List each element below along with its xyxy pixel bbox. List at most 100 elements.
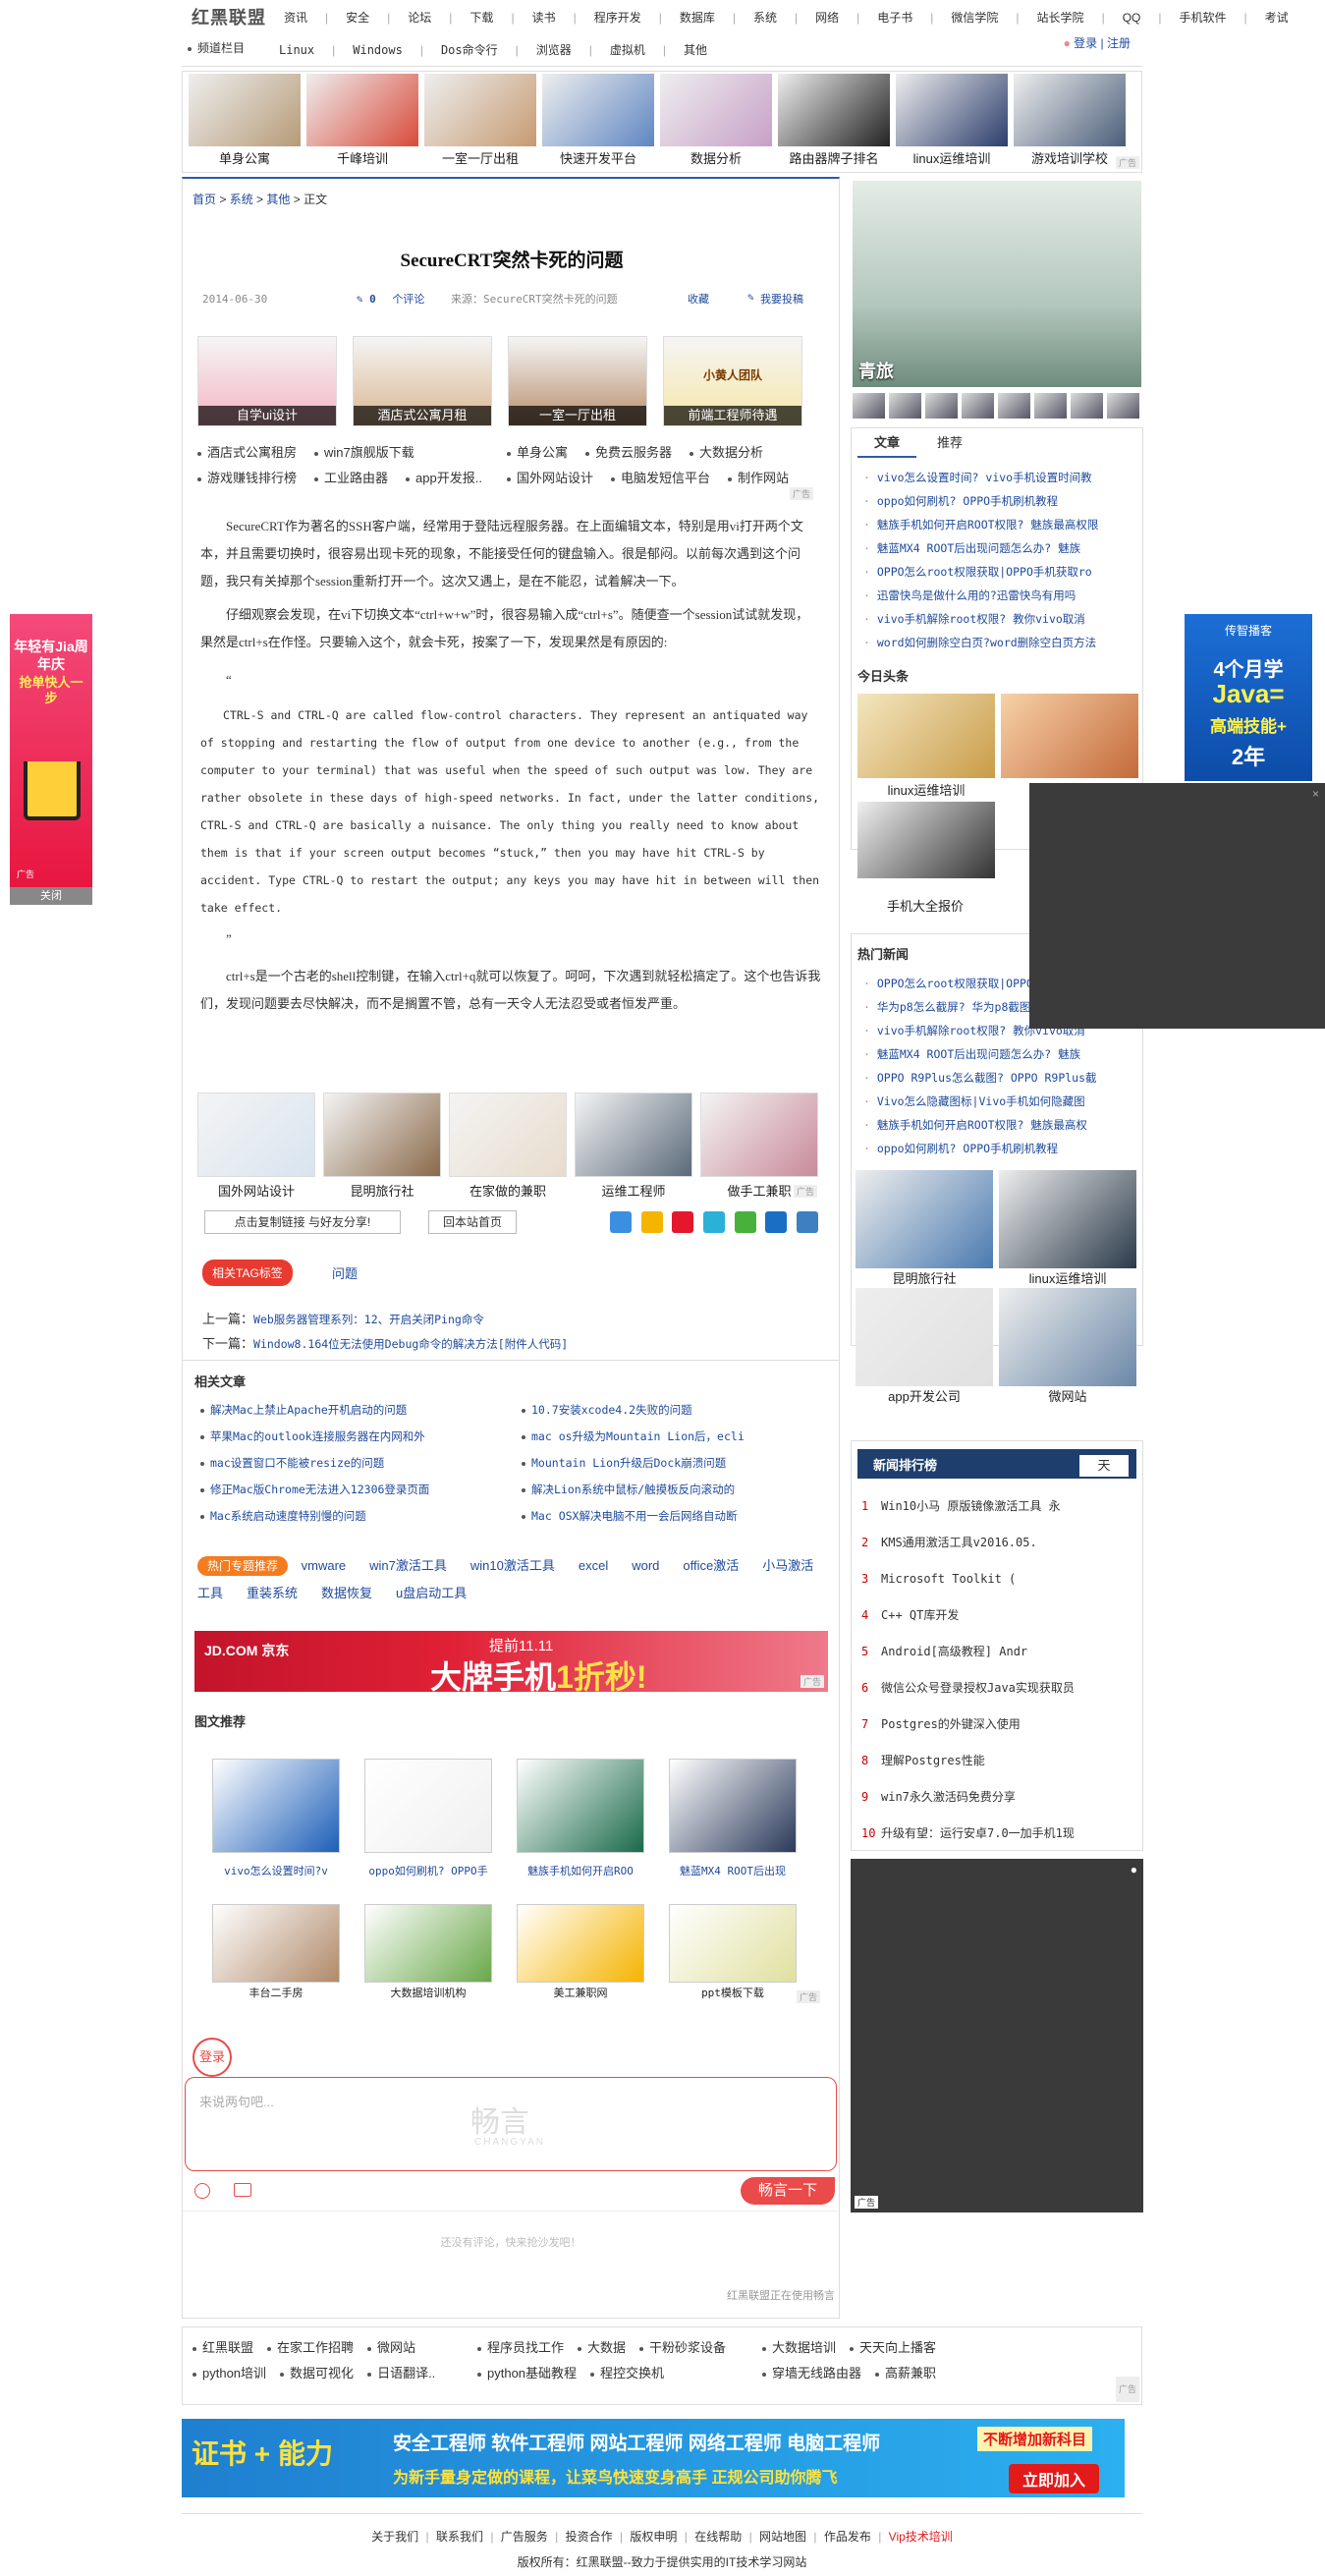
related-item[interactable]: 修正Mac版Chrome无法进入12306登录页面	[200, 1477, 505, 1503]
rank-link[interactable]: 微信公众号登录授权Java实现获取员	[881, 1681, 1075, 1695]
today-cap-3[interactable]: 手机大全报价	[856, 896, 994, 915]
photo-thumb[interactable]	[889, 393, 921, 419]
tab-article[interactable]: 文章	[857, 428, 916, 458]
footer-link[interactable]: 大数据培训	[772, 2340, 836, 2355]
right-float-ad[interactable]: 传智播客 4个月学 Java= 高端技能+ 2年	[1185, 614, 1312, 781]
footer-link[interactable]: python培训	[202, 2366, 266, 2380]
related-link[interactable]: 解决Lion系统中鼠标/触摸板反向滚动的	[531, 1483, 735, 1496]
nav-item[interactable]: 微信学院	[951, 11, 998, 25]
tuwen-caption[interactable]: ppt模板下载	[669, 1985, 797, 2000]
footer-link[interactable]: 穿墙无线路由器	[772, 2366, 861, 2380]
footer-link[interactable]: 红黑联盟	[202, 2340, 253, 2355]
hot-news-item[interactable]: · 魅蓝MX4 ROOT后出现问题怎么办? 魅族	[863, 1042, 1138, 1066]
sidebar-list-item[interactable]: · word如何删除空白页?word删除空白页方法	[863, 631, 1138, 654]
hot-topic-link[interactable]: vmware	[302, 1558, 347, 1573]
tuwen-image[interactable]	[517, 1904, 644, 1983]
sidebar-link[interactable]: 迅雷快鸟是做什么用的?迅雷快鸟有用吗	[877, 588, 1076, 602]
grid-ad-image[interactable]: 酒店式公寓月租	[353, 336, 492, 426]
hot-news-link[interactable]: OPPO R9Plus怎么截图? OPPO R9Plus截	[877, 1071, 1097, 1085]
footer-link[interactable]: python基础教程	[487, 2366, 577, 2380]
nav-item[interactable]: 读书	[532, 11, 556, 25]
ad-link[interactable]: 制作网站	[738, 471, 789, 485]
submit-link[interactable]: 我要投稿	[760, 291, 803, 307]
grid-ad-image[interactable]: 一室一厅出租	[508, 336, 647, 426]
related-link[interactable]: 苹果Mac的outlook连接服务器在内网和外	[210, 1429, 425, 1443]
related-item[interactable]: mac os升级为Mountain Lion后，ecli	[522, 1424, 826, 1450]
related-item[interactable]: 解决Mac上禁止Apache开机启动的问题	[200, 1397, 505, 1424]
hot-topic-link[interactable]: win10激活工具	[470, 1558, 555, 1573]
rank-link[interactable]: 升级有望：运行安卓7.0一加手机1现	[881, 1826, 1075, 1840]
footer-nav-link[interactable]: 关于我们	[371, 2530, 418, 2544]
tuwen-caption[interactable]: 丰台二手房	[212, 1985, 340, 2000]
photo-thumb[interactable]	[998, 393, 1030, 419]
rank-item[interactable]: 7 Postgres的外键深入使用	[861, 1707, 1136, 1743]
rank-item[interactable]: 4 C++ QT库开发	[861, 1597, 1136, 1634]
nav-item[interactable]: QQ	[1123, 11, 1141, 25]
bottom-ad-image[interactable]	[449, 1092, 567, 1177]
overlay-close-icon[interactable]: ×	[1312, 787, 1319, 801]
subnav-item[interactable]: Dos命令行	[441, 43, 498, 57]
today-img-1[interactable]	[857, 694, 995, 778]
hot-topic-link[interactable]: excel	[579, 1558, 608, 1573]
related-link[interactable]: 10.7安装xcode4.2失败的问题	[531, 1403, 692, 1417]
sidebar-ad-caption[interactable]: 微网站	[999, 1386, 1136, 1405]
ad-link[interactable]: 工业路由器	[324, 471, 388, 485]
footer-nav-link[interactable]: 广告服务	[501, 2530, 548, 2544]
related-link[interactable]: Mac OSX解决电脑不用一会后网络自动断	[531, 1509, 737, 1523]
sidebar-photo[interactable]: 青旅	[853, 181, 1141, 387]
left-ad-close[interactable]: 关闭	[10, 887, 92, 905]
photo-thumb[interactable]	[1107, 393, 1139, 419]
rank-item[interactable]: 2 KMS通用激活工具v2016.05.	[861, 1525, 1136, 1561]
plus-share-icon[interactable]	[610, 1211, 632, 1233]
footer-link[interactable]: 程序员找工作	[487, 2340, 564, 2355]
nav-item[interactable]: 程序开发	[594, 11, 641, 25]
footer-link[interactable]: 微网站	[377, 2340, 415, 2355]
hot-topic-link[interactable]: 数据恢复	[321, 1586, 372, 1600]
sidebar-list-item[interactable]: · vivo手机解除root权限? 教你vivo取消	[863, 607, 1138, 631]
ad-link[interactable]: 酒店式公寓租房	[207, 445, 297, 460]
tab-recommend[interactable]: 推荐	[920, 428, 979, 458]
banner-image[interactable]	[1014, 74, 1126, 146]
site-logo[interactable]: 红黑联盟	[192, 4, 266, 29]
tuwen-image[interactable]	[669, 1759, 797, 1853]
footer-nav-link[interactable]: 网站地图	[759, 2530, 806, 2544]
comment-submit-button[interactable]: 畅言一下	[741, 2177, 835, 2205]
nav-item[interactable]: 安全	[346, 11, 369, 25]
renren-icon[interactable]	[765, 1211, 788, 1233]
comment-login-button[interactable]: 登录	[193, 2038, 232, 2077]
nav-item[interactable]: 电子书	[877, 11, 912, 25]
crumb-l2[interactable]: 其他	[266, 193, 290, 206]
footer-link[interactable]: 数据可视化	[290, 2366, 354, 2380]
tencent-weibo-icon[interactable]	[702, 1211, 725, 1233]
rank-link[interactable]: win7永久激活码免费分享	[881, 1790, 1016, 1804]
photo-thumb[interactable]	[1071, 393, 1103, 419]
related-item[interactable]: Mac系统启动速度特别慢的问题	[200, 1503, 505, 1530]
hot-topic-link[interactable]: office激活	[683, 1558, 739, 1573]
changyan-powered[interactable]: 红黑联盟正在使用畅言	[727, 2287, 835, 2303]
ad-link[interactable]: 国外网站设计	[517, 471, 593, 485]
hot-news-item[interactable]: · Vivo怎么隐藏图标|Vivo手机如何隐藏图	[863, 1090, 1138, 1113]
ad-link[interactable]: 游戏赚钱排行榜	[207, 471, 297, 485]
today-img-2[interactable]	[1001, 694, 1138, 778]
rank-link[interactable]: Postgres的外键深入使用	[881, 1717, 1021, 1731]
hot-news-link[interactable]: 魅蓝MX4 ROOT后出现问题怎么办? 魅族	[877, 1047, 1080, 1061]
rank-link[interactable]: Win10小马 原版镜像激活工具 永	[881, 1499, 1061, 1513]
comment-box[interactable]: 来说两句吧... 畅言 CHANGYAN	[185, 2077, 837, 2171]
banner-image[interactable]	[660, 74, 772, 146]
tuwen-caption[interactable]: vivo怎么设置时间?v	[212, 1863, 340, 1878]
bottom-ad-image[interactable]	[323, 1092, 441, 1177]
photo-thumb[interactable]	[853, 393, 885, 419]
bottom-ad-image[interactable]	[575, 1092, 692, 1177]
next-link[interactable]: Window8.164位无法使用Debug命令的解决方法[附件人代码]	[253, 1337, 568, 1351]
banner-caption[interactable]: 路由器牌子排名	[778, 148, 890, 167]
rank-item[interactable]: 6 微信公众号登录授权Java实现获取员	[861, 1670, 1136, 1707]
subnav-item[interactable]: 其他	[684, 43, 707, 57]
bottom-ad-image[interactable]	[700, 1092, 818, 1177]
home-button[interactable]: 回本站首页	[428, 1210, 517, 1234]
ad-link[interactable]: 大数据分析	[699, 445, 763, 460]
footer-link[interactable]: 天天向上播客	[859, 2340, 936, 2355]
related-link[interactable]: Mac系统启动速度特别慢的问题	[210, 1509, 366, 1523]
grid-ad-image[interactable]: 小黄人团队 前端工程师待遇	[663, 336, 802, 426]
related-item[interactable]: 10.7安装xcode4.2失败的问题	[522, 1397, 826, 1424]
photo-thumb[interactable]	[1034, 393, 1067, 419]
